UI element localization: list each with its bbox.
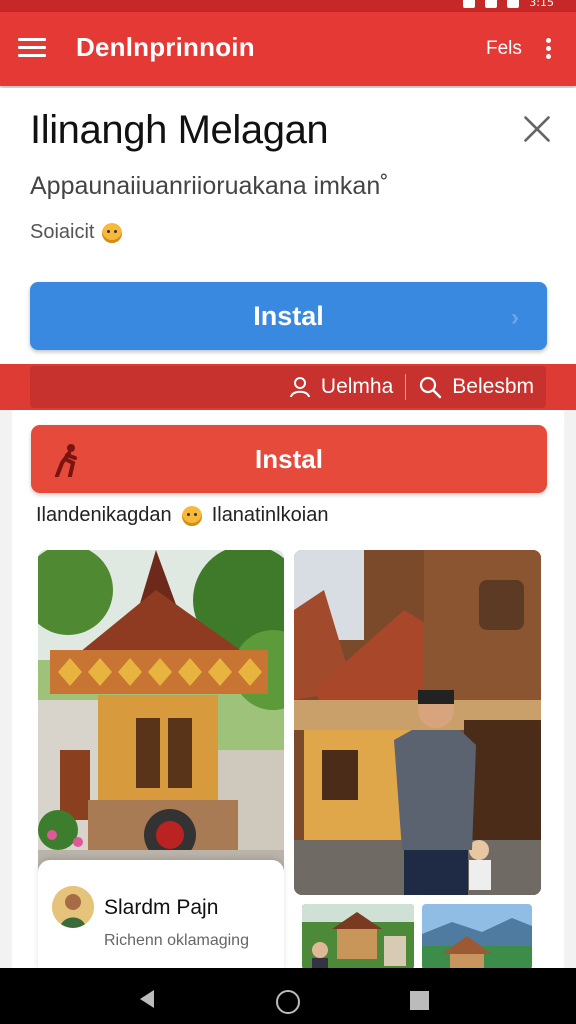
tagline: Ilandenikagdan Ilanatinlkoian [36, 504, 328, 527]
signal-icon [463, 0, 476, 8]
install-button-secondary[interactable]: Instal [31, 425, 547, 493]
tagline-left: Ilandenikagdan [36, 504, 172, 526]
app-subtitle: Appaunaiiuanriioruakana imkan˚ [30, 172, 389, 200]
app-info-sheet: Ilinangh Melagan Appaunaiiuanriioruakana… [0, 88, 576, 368]
tagline-right: Ilanatinlkoian [211, 504, 329, 526]
status-bar: 3:15 [0, 0, 576, 12]
user-button-label: Uelmha [320, 375, 394, 398]
user-button[interactable]: Uelmha [289, 375, 393, 399]
install-button-primary[interactable]: Instal › [30, 282, 547, 350]
search-icon [420, 376, 442, 399]
app-meta: Soiaicit [30, 221, 123, 244]
chevron-right-icon: › [511, 304, 519, 331]
search-button-label: Belesbm [452, 375, 534, 398]
app-bar: Denlnprinnoin Fels [0, 12, 576, 86]
menu-icon[interactable] [18, 38, 46, 60]
close-icon[interactable] [522, 114, 552, 144]
toolbar: Uelmha Belesbm [30, 366, 546, 408]
user-icon [289, 377, 310, 398]
app-meta-label: Soiaicit [30, 221, 95, 243]
photo-man-house[interactable] [294, 550, 541, 895]
home-icon[interactable] [276, 990, 300, 1014]
avatar [52, 886, 94, 928]
appbar-link[interactable]: Fels [486, 38, 522, 60]
status-time: 3:15 [529, 0, 554, 9]
profile-description: Richenn oklamaging [104, 932, 249, 949]
app-title: Denlnprinnoin [76, 32, 255, 62]
install-button-primary-label: Instal [253, 300, 324, 331]
battery-icon [507, 0, 520, 8]
toolbar-divider [405, 374, 407, 400]
wifi-icon [485, 0, 498, 8]
more-icon[interactable] [544, 38, 552, 62]
photo-thumbnail-village[interactable] [302, 904, 414, 970]
recents-icon[interactable] [410, 991, 429, 1010]
page-title: Ilinangh Melagan [30, 108, 329, 152]
install-button-secondary-label: Instal [255, 443, 323, 474]
profile-name: Slardm Pajn [104, 896, 219, 919]
runner-icon [55, 444, 77, 477]
search-button[interactable]: Belesbm [418, 375, 534, 399]
smile-icon [181, 505, 202, 526]
profile-card[interactable]: Slardm Pajn Richenn oklamaging [38, 860, 284, 970]
photo-thumbnail-landscape[interactable] [422, 904, 532, 970]
smile-icon [102, 222, 123, 243]
back-icon[interactable] [138, 989, 156, 1009]
status-icons: 3:15 [463, 0, 554, 9]
